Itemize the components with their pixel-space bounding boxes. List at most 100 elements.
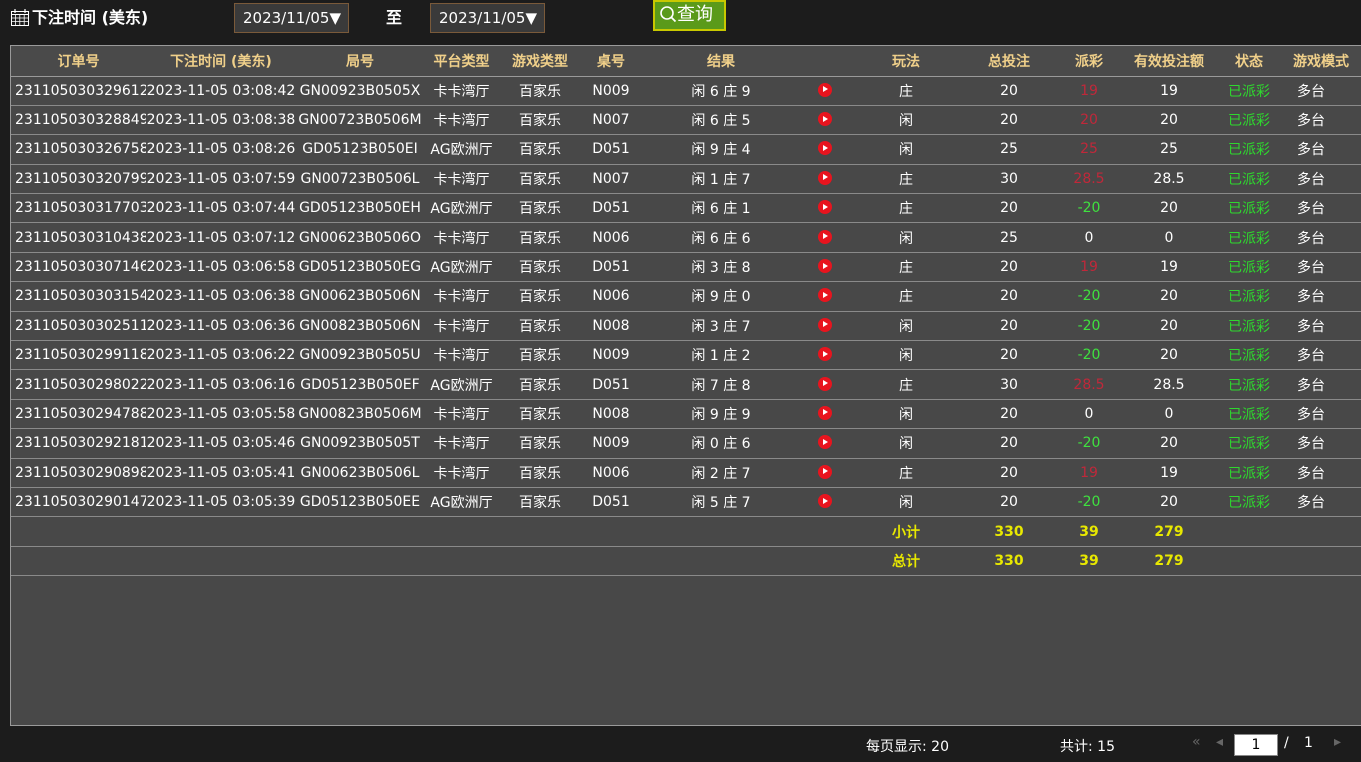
total-bet-cell: 20 [963, 193, 1055, 224]
game-mode-cell: 多台 [1283, 428, 1361, 459]
date-filter-label: 下注时间 (美东) [32, 8, 149, 27]
platform-cell: AG欧洲厅 [424, 252, 499, 283]
status-cell: 已派彩 [1215, 458, 1283, 488]
col-header-platform[interactable]: 平台类型 [424, 46, 499, 77]
play-icon[interactable] [818, 405, 832, 420]
table-row: 231105030307146 2023-11-05 03:06:58 GD0512… [11, 252, 1361, 283]
total-bet-cell: 20 [963, 428, 1055, 459]
play-icon[interactable] [818, 259, 832, 274]
total-records-label: 共计: 15 [1060, 739, 1115, 755]
replay-cell [801, 340, 849, 371]
status-cell: 已派彩 [1215, 76, 1283, 106]
total-bet-cell: 30 [963, 164, 1055, 195]
replay-cell [801, 105, 849, 136]
play-icon[interactable] [818, 170, 832, 185]
play-icon[interactable] [818, 347, 832, 362]
page-number-input[interactable]: 1 [1234, 734, 1278, 756]
table-no-cell: N008 [581, 311, 641, 342]
platform-cell: 卡卡湾厅 [424, 399, 499, 430]
prev-page-icon[interactable]: ◂ [1216, 734, 1223, 750]
result-cell: 闲 7 庄 8 [641, 369, 801, 400]
bet-type-cell: 闲 [849, 399, 963, 430]
game-mode-cell: 多台 [1283, 222, 1361, 253]
play-icon[interactable] [818, 494, 832, 509]
round-id-cell: GN00923B0505T [296, 428, 424, 459]
replay-cell [801, 311, 849, 342]
query-button-label: 查询 [677, 4, 713, 25]
play-icon[interactable] [818, 317, 832, 332]
round-id-cell: GN00723B0506M [296, 105, 424, 136]
grand-total-row: 总计 330 39 279 [11, 546, 1361, 577]
query-button[interactable]: 查询 [653, 0, 726, 31]
col-header-bet-time[interactable]: 下注时间 (美东) [146, 46, 296, 77]
play-icon[interactable] [818, 200, 832, 215]
col-header-valid-bet[interactable]: 有效投注额 [1123, 46, 1215, 77]
payout-cell: 28.5 [1055, 369, 1123, 400]
bet-type-cell: 闲 [849, 487, 963, 518]
valid-bet-cell: 20 [1123, 340, 1215, 371]
platform-cell: 卡卡湾厅 [424, 340, 499, 371]
table-row: 231105030303154 2023-11-05 03:06:38 GN0062… [11, 281, 1361, 312]
col-header-bet-type[interactable]: 玩法 [849, 46, 963, 77]
date-to-value: 2023/11/05 [439, 9, 526, 27]
game-mode-cell: 多台 [1283, 252, 1361, 283]
col-header-status[interactable]: 状态 [1215, 46, 1283, 77]
dropdown-arrow-icon: ▼ [329, 9, 342, 27]
bet-type-cell: 闲 [849, 340, 963, 371]
pagination-bar: 每页显示: 20 共计: 15 « ◂ 1 / 1 ▸ [0, 726, 1361, 762]
total-bet-cell: 20 [963, 458, 1055, 488]
col-header-payout[interactable]: 派彩 [1055, 46, 1123, 77]
order-id-cell: 231105030290147 [11, 487, 146, 518]
play-icon[interactable] [818, 141, 832, 156]
table-no-cell: D051 [581, 134, 641, 165]
result-cell: 闲 3 庄 7 [641, 311, 801, 342]
grand-total-label: 总计 [849, 546, 963, 577]
subtotal-total-bet: 330 [963, 516, 1055, 547]
play-icon[interactable] [818, 82, 832, 97]
game-type-cell: 百家乐 [499, 428, 581, 459]
platform-cell: AG欧洲厅 [424, 487, 499, 518]
result-cell: 闲 9 庄 9 [641, 399, 801, 430]
game-type-cell: 百家乐 [499, 105, 581, 136]
col-header-table-no[interactable]: 桌号 [581, 46, 641, 77]
total-bet-cell: 20 [963, 340, 1055, 371]
play-icon[interactable] [818, 112, 832, 127]
date-to-select[interactable]: 2023/11/05▼ [430, 3, 545, 33]
round-id-cell: GD05123B050EI [296, 134, 424, 165]
bet-time-cell: 2023-11-05 03:06:16 [146, 369, 296, 400]
date-from-select[interactable]: 2023/11/05▼ [234, 3, 349, 33]
status-cell: 已派彩 [1215, 252, 1283, 283]
valid-bet-cell: 20 [1123, 428, 1215, 459]
play-icon[interactable] [818, 435, 832, 450]
play-icon[interactable] [818, 464, 832, 479]
total-pages: 1 [1304, 735, 1313, 751]
bet-type-cell: 庄 [849, 76, 963, 106]
next-page-icon[interactable]: ▸ [1334, 734, 1341, 750]
page-size-label: 每页显示: 20 [866, 739, 949, 755]
round-id-cell: GD05123B050EF [296, 369, 424, 400]
col-header-round[interactable]: 局号 [296, 46, 424, 77]
play-icon[interactable] [818, 288, 832, 303]
payout-cell: -20 [1055, 281, 1123, 312]
bet-time-cell: 2023-11-05 03:05:39 [146, 487, 296, 518]
platform-cell: 卡卡湾厅 [424, 105, 499, 136]
status-cell: 已派彩 [1215, 105, 1283, 136]
game-mode-cell: 多台 [1283, 311, 1361, 342]
col-header-game-type[interactable]: 游戏类型 [499, 46, 581, 77]
game-type-cell: 百家乐 [499, 311, 581, 342]
status-cell: 已派彩 [1215, 428, 1283, 459]
first-page-icon[interactable]: « [1192, 734, 1201, 750]
play-icon[interactable] [818, 229, 832, 244]
col-header-order[interactable]: 订单号 [11, 46, 146, 77]
play-icon[interactable] [818, 376, 832, 391]
col-header-result[interactable]: 结果 [641, 46, 801, 77]
table-no-cell: N009 [581, 428, 641, 459]
status-cell: 已派彩 [1215, 164, 1283, 195]
col-header-game-mode[interactable]: 游戏模式 [1283, 46, 1361, 77]
col-header-total-bet[interactable]: 总投注 [963, 46, 1055, 77]
order-id-cell: 231105030310438 [11, 222, 146, 253]
platform-cell: 卡卡湾厅 [424, 458, 499, 488]
bet-type-cell: 庄 [849, 369, 963, 400]
game-type-cell: 百家乐 [499, 369, 581, 400]
table-no-cell: N007 [581, 164, 641, 195]
